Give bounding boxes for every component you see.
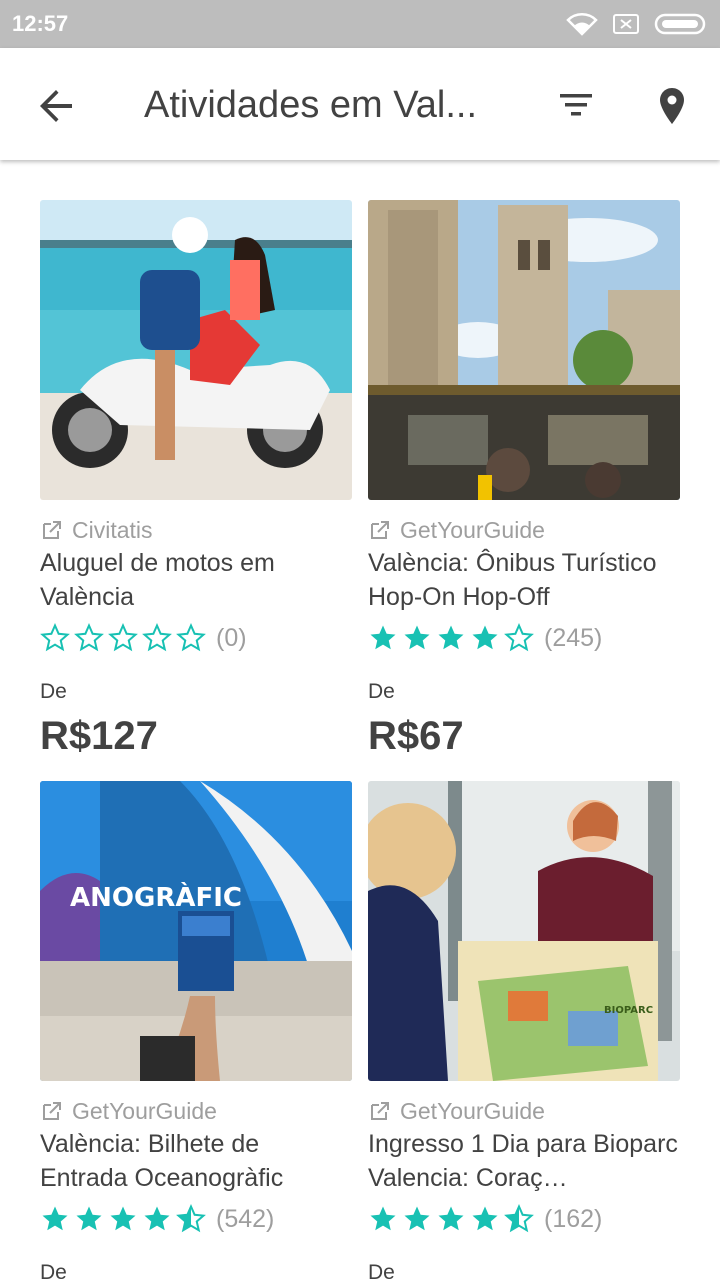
activity-card[interactable]: GetYourGuide València: Ônibus Turístico … <box>368 200 680 770</box>
provider-name: Civitatis <box>72 516 153 543</box>
star-empty-icon <box>74 623 104 652</box>
star-filled-icon <box>144 1206 170 1231</box>
rating: (162) <box>368 1203 602 1235</box>
provider: GetYourGuide <box>368 516 545 544</box>
review-count: (162) <box>544 1204 603 1233</box>
star-empty-icon <box>108 623 138 652</box>
status-time: 12:57 <box>12 11 69 36</box>
activity-image[interactable] <box>368 200 680 500</box>
price-label: De <box>40 1261 67 1280</box>
arrow-back-icon <box>40 90 72 122</box>
activity-title[interactable]: Aluguel de motos em València <box>40 546 352 614</box>
star-filled-icon <box>76 1206 102 1231</box>
activity-image[interactable] <box>40 200 352 500</box>
provider: GetYourGuide <box>40 1097 217 1125</box>
wifi-icon <box>566 13 598 36</box>
map-button[interactable] <box>648 82 696 130</box>
location-pin-icon <box>660 88 684 124</box>
star-filled-icon <box>404 625 430 650</box>
external-link-icon <box>43 1102 61 1120</box>
star-filled-icon <box>370 1206 396 1231</box>
activity-image[interactable]: ANOGRÀFIC <box>40 781 352 1081</box>
no-sim-icon <box>613 14 639 34</box>
price: R$127 <box>40 714 158 758</box>
star-filled-icon <box>472 1206 498 1231</box>
star-filled-icon <box>404 1206 430 1231</box>
activity-title[interactable]: València: Ônibus Turístico Hop-On Hop-Of… <box>368 546 680 614</box>
activity-image[interactable]: BIOPARC <box>368 781 680 1081</box>
activity-card[interactable]: ANOGRÀFIC GetYourGuide València: Bilhete… <box>40 781 352 1280</box>
star-filled-icon <box>370 625 396 650</box>
provider-name: GetYourGuide <box>72 1097 217 1124</box>
price-label: De <box>368 1261 395 1280</box>
star-filled-icon <box>472 625 498 650</box>
provider: GetYourGuide <box>368 1097 545 1125</box>
app-bar: Atividades em Val... <box>0 48 720 160</box>
battery-icon <box>654 13 706 35</box>
star-filled-icon <box>438 625 464 650</box>
rating: (542) <box>40 1203 274 1235</box>
filter-button[interactable] <box>552 82 600 130</box>
activity-title[interactable]: València: Bilhete de Entrada Oceanogràfi… <box>40 1127 352 1195</box>
back-button[interactable] <box>32 82 80 130</box>
review-count: (245) <box>544 623 603 652</box>
activity-card[interactable]: BIOPARC GetYourGuide Ingresso 1 Dia para… <box>368 781 680 1280</box>
price-label: De <box>368 680 395 703</box>
review-count: (542) <box>216 1204 275 1233</box>
star-empty-icon <box>504 623 534 652</box>
star-empty-icon <box>176 623 206 652</box>
rating: (245) <box>368 622 602 654</box>
star-half-icon <box>176 1204 206 1233</box>
filter-icon <box>560 94 592 116</box>
rating: (0) <box>40 622 247 654</box>
external-link-icon <box>43 521 61 539</box>
svg-text:BIOPARC: BIOPARC <box>604 1005 653 1016</box>
provider: Civitatis <box>40 516 153 544</box>
star-filled-icon <box>110 1206 136 1231</box>
star-filled-icon <box>42 1206 68 1231</box>
star-empty-icon <box>40 623 70 652</box>
review-count: (0) <box>216 623 247 652</box>
star-empty-icon <box>142 623 172 652</box>
status-bar: 12:57 <box>0 0 720 48</box>
star-half-icon <box>504 1204 534 1233</box>
provider-name: GetYourGuide <box>400 1097 545 1124</box>
price-label: De <box>40 680 67 703</box>
external-link-icon <box>371 521 389 539</box>
page-title: Atividades em Val... <box>144 84 478 126</box>
price: R$67 <box>368 714 464 758</box>
svg-text:ANOGRÀFIC: ANOGRÀFIC <box>70 881 242 913</box>
star-filled-icon <box>438 1206 464 1231</box>
activity-card[interactable]: Civitatis Aluguel de motos em València (… <box>40 200 352 770</box>
status-icons <box>566 10 708 38</box>
provider-name: GetYourGuide <box>400 516 545 543</box>
external-link-icon <box>371 1102 389 1120</box>
activity-title[interactable]: Ingresso 1 Dia para Bioparc Valencia: Co… <box>368 1127 680 1195</box>
